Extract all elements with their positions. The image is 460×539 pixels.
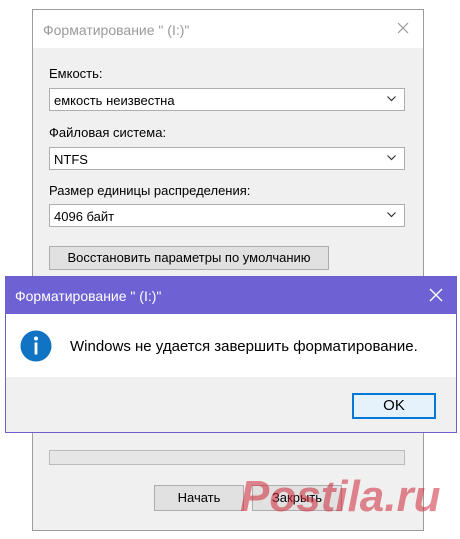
message-box-titlebar: Форматирование " (I:)" [6,277,456,314]
message-box-title: Форматирование " (I:)" [15,288,162,304]
ok-button[interactable]: OK [352,393,436,419]
filesystem-value: NTFS [54,152,88,167]
message-text: Windows не удается завершить форматирова… [70,338,418,355]
chevron-down-icon [387,212,396,218]
start-button[interactable]: Начать [154,485,244,511]
filesystem-select[interactable]: NTFS [49,147,405,170]
format-progress-bar [49,450,405,465]
format-dialog-title: Форматирование " (I:)" [43,22,190,38]
restore-defaults-button[interactable]: Восстановить параметры по умолчанию [49,246,329,270]
message-box-body: Windows не удается завершить форматирова… [6,314,456,377]
close-icon[interactable] [426,285,446,305]
info-icon [20,330,52,362]
capacity-select[interactable]: емкость неизвестна [49,88,405,111]
format-dialog-titlebar: Форматирование " (I:)" [33,10,423,48]
filesystem-label: Файловая система: [49,125,167,140]
format-dialog: Форматирование " (I:)" Емкость: емкость … [32,9,424,531]
message-box: Форматирование " (I:)" Windows не удаетс… [5,276,457,433]
chevron-down-icon [387,96,396,102]
allocation-value: 4096 байт [54,209,115,224]
chevron-down-icon [387,155,396,161]
allocation-label: Размер единицы распределения: [49,183,251,198]
allocation-select[interactable]: 4096 байт [49,204,405,227]
capacity-label: Емкость: [49,66,103,81]
close-icon[interactable] [393,18,413,38]
watermark: Postila.ru [240,472,441,521]
capacity-value: емкость неизвестна [54,93,175,108]
